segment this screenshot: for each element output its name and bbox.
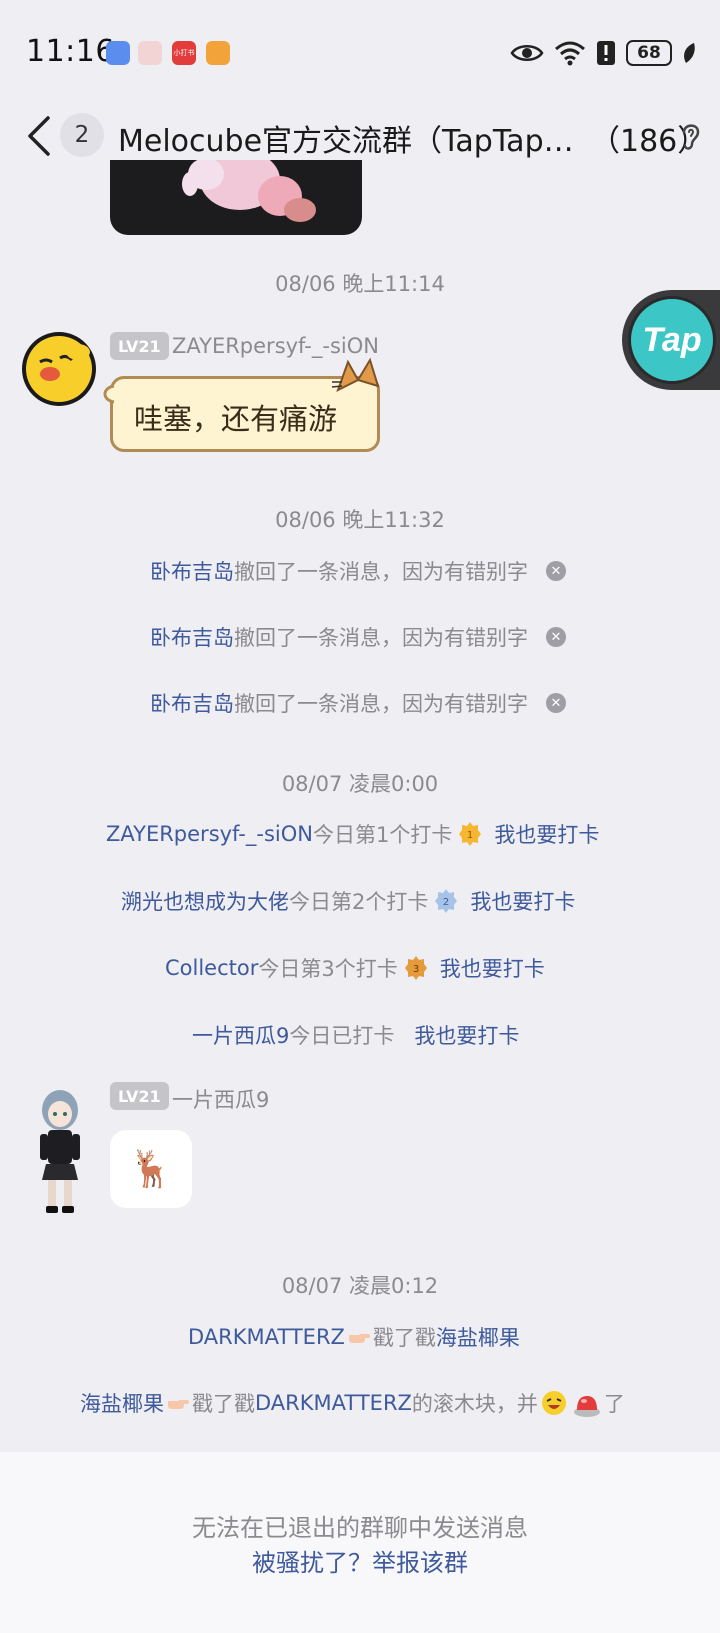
unread-count-badge[interactable]: 2 — [60, 113, 104, 157]
bronze-medal-icon: 3 — [404, 956, 427, 980]
timestamp: 08/07 凌晨0:00 — [281, 772, 439, 796]
checkin-user-name[interactable]: ZAYERpersyf-_-siON — [106, 822, 313, 846]
red-button-icon — [573, 1396, 600, 1417]
medal-rank: 3 — [413, 964, 419, 975]
blue-app-icon — [106, 41, 130, 65]
message-text: 哇塞，还有痛游 — [134, 402, 338, 436]
previous-image-message[interactable] — [110, 160, 362, 235]
recall-user-name[interactable]: 卧布吉岛 — [150, 688, 234, 718]
poke-verb: 戳了戳 — [372, 1326, 436, 1350]
recall-text: 撤回了一条消息，因为有错别字 — [234, 692, 528, 716]
recall-notice: 卧布吉岛 撤回了一条消息，因为有错别字 ✕ — [150, 688, 566, 718]
red-app-icon: 小打书 — [172, 41, 196, 65]
message-bubble[interactable]: 🦌 — [110, 1130, 192, 1208]
poke-verb: 戳了戳 — [192, 1392, 255, 1416]
sticker-image — [182, 160, 316, 222]
wifi-icon — [555, 41, 585, 66]
recall-notice: 卧布吉岛 撤回了一条消息，因为有错别字 ✕ — [150, 622, 566, 652]
recall-user-name[interactable]: 卧布吉岛 — [150, 556, 234, 586]
pointing-hand-icon — [168, 1400, 189, 1409]
recall-notice: 卧布吉岛 撤回了一条消息，因为有错别字 ✕ — [150, 556, 566, 586]
sender-name[interactable]: 一片西瓜9 — [172, 1084, 269, 1114]
checkin-notice: Collector 今日第3个打卡 3 我也要打卡 — [165, 953, 545, 983]
checkin-link[interactable]: 我也要打卡 — [470, 886, 575, 916]
level-badge: LV21 — [110, 1082, 169, 1110]
poke-from-name[interactable]: DARKMATTERZ — [188, 1325, 345, 1349]
checkin-text: 今日第2个打卡 — [289, 890, 429, 914]
checkin-notice: 一片西瓜9 今日已打卡 我也要打卡 — [192, 1020, 519, 1050]
checkin-user-name[interactable]: 溯光也想成为大佬 — [121, 886, 289, 916]
medal-rank: 2 — [443, 897, 449, 908]
poke-to-name[interactable]: 海盐椰果 — [436, 1322, 520, 1352]
battery-icon: 68 — [626, 40, 672, 66]
leaf-icon — [684, 43, 695, 63]
checkin-link[interactable]: 我也要打卡 — [414, 1020, 519, 1050]
back-arrow-icon[interactable] — [22, 114, 58, 158]
character-avatar-icon — [40, 1090, 80, 1213]
status-icons: 68 — [510, 38, 696, 68]
timestamp: 08/06 晚上11:14 — [275, 272, 445, 296]
deer-emoji: 🦌 — [128, 1149, 174, 1190]
recall-text: 撤回了一条消息，因为有错别字 — [234, 626, 528, 650]
bubble-curl-icon — [103, 384, 115, 404]
recall-text: 撤回了一条消息，因为有错别字 — [234, 560, 528, 584]
level-badge: LV21 — [110, 332, 169, 360]
exit-notice: 无法在已退出的群聊中发送消息 — [192, 1514, 528, 1542]
checkin-user-name[interactable]: Collector — [165, 956, 258, 980]
avatar[interactable] — [30, 1088, 90, 1216]
timestamp: 08/07 凌晨0:12 — [281, 1274, 439, 1298]
alert-icon — [597, 41, 615, 65]
duck-avatar-icon — [26, 336, 92, 402]
poke-suffix: 的滚木块，并 — [411, 1392, 538, 1416]
recall-user-name[interactable]: 卧布吉岛 — [150, 622, 234, 652]
ear-icon[interactable] — [680, 120, 702, 154]
checkin-text: 今日第1个打卡 — [312, 823, 453, 847]
taptap-logo-icon[interactable]: Tap — [628, 296, 716, 384]
checkin-notice: ZAYERpersyf-_-siON 今日第1个打卡 1 我也要打卡 — [106, 819, 599, 849]
checkin-link[interactable]: 我也要打卡 — [494, 819, 599, 849]
close-icon[interactable]: ✕ — [546, 693, 566, 713]
eye-icon — [510, 45, 544, 61]
checkin-text: 今日已打卡 — [289, 1024, 395, 1048]
report-group-link[interactable]: 被骚扰了？举报该群 — [0, 1543, 720, 1578]
checkin-link[interactable]: 我也要打卡 — [440, 953, 545, 983]
poke-notice: 海盐椰果 戳了戳 DARKMATTERZ 的滚木块，并 了 — [80, 1388, 625, 1418]
poke-to-name[interactable]: DARKMATTERZ — [255, 1391, 412, 1415]
close-icon[interactable]: ✕ — [546, 561, 566, 581]
checkin-user-name[interactable]: 一片西瓜9 — [192, 1020, 289, 1050]
gold-medal-icon: 1 — [459, 822, 482, 846]
close-icon[interactable]: ✕ — [546, 627, 566, 647]
poke-end: 了 — [603, 1392, 625, 1416]
checkin-notice: 溯光也想成为大佬 今日第2个打卡 2 我也要打卡 — [121, 886, 575, 916]
avatar[interactable] — [22, 332, 96, 406]
silver-medal-icon: 2 — [435, 889, 458, 913]
timestamp: 08/06 晚上11:32 — [275, 508, 445, 532]
status-bar: 11:16 小打书 68 — [0, 0, 720, 100]
poke-from-name[interactable]: 海盐椰果 — [80, 1388, 164, 1418]
sender-name[interactable]: ZAYERpersyf-_-siON — [172, 334, 379, 358]
status-time: 11:16 — [26, 34, 115, 69]
cat-ears-icon — [331, 357, 380, 392]
mail-app-icon — [138, 41, 162, 65]
checkin-text: 今日第3个打卡 — [258, 957, 398, 981]
orange-app-icon — [206, 41, 230, 65]
poke-notice: DARKMATTERZ 戳了戳 海盐椰果 — [188, 1322, 520, 1352]
laughing-face-icon — [541, 1391, 566, 1415]
medal-rank: 1 — [467, 830, 473, 841]
group-title[interactable]: Melocube官方交流群（TapTap… — [118, 116, 574, 160]
pointing-hand-icon — [348, 1334, 370, 1343]
